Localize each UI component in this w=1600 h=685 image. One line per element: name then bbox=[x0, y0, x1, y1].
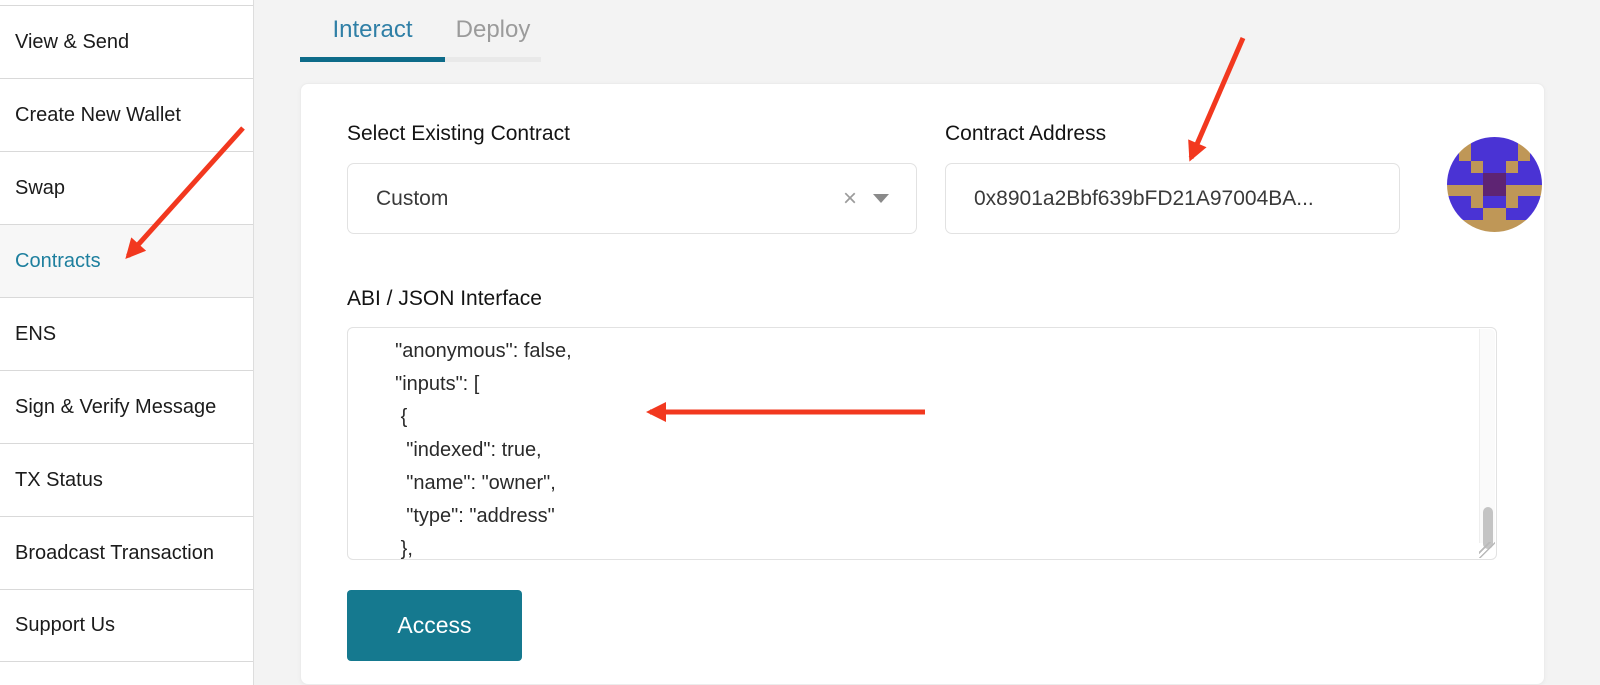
tab-deploy[interactable]: Deploy bbox=[445, 0, 541, 62]
sidebar-item-tx-status[interactable]: TX Status bbox=[0, 443, 253, 516]
abi-json-interface-label: ABI / JSON Interface bbox=[347, 287, 542, 311]
identicon-cell bbox=[1459, 185, 1471, 197]
identicon-cell bbox=[1506, 149, 1518, 161]
sidebar-item-broadcast-transaction[interactable]: Broadcast Transaction bbox=[0, 516, 253, 589]
identicon-cell bbox=[1506, 208, 1518, 220]
sidebar-item-sign-verify-message[interactable]: Sign & Verify Message bbox=[0, 370, 253, 443]
identicon-cell bbox=[1447, 173, 1459, 185]
identicon-cell bbox=[1483, 208, 1495, 220]
sidebar-menu: View & SendCreate New WalletSwapContract… bbox=[0, 5, 253, 662]
identicon-cell bbox=[1518, 196, 1530, 208]
identicon-cell bbox=[1471, 185, 1483, 197]
contract-address-field-wrap bbox=[945, 163, 1400, 234]
identicon-cell bbox=[1459, 208, 1471, 220]
sidebar-item-support-us[interactable]: Support Us bbox=[0, 589, 253, 662]
abi-scrollbar-track[interactable] bbox=[1479, 329, 1495, 543]
identicon-cell bbox=[1495, 137, 1507, 149]
textarea-resize-handle-icon[interactable] bbox=[1479, 542, 1495, 558]
identicon-cell bbox=[1483, 149, 1495, 161]
existing-contract-select-value: Custom bbox=[376, 187, 843, 211]
identicon-cell bbox=[1483, 161, 1495, 173]
sidebar-item-view-send[interactable]: View & Send bbox=[0, 5, 253, 78]
contract-address-label: Contract Address bbox=[945, 122, 1106, 146]
clear-icon[interactable]: × bbox=[843, 187, 857, 211]
identicon-cell bbox=[1506, 161, 1518, 173]
identicon-cell bbox=[1471, 208, 1483, 220]
identicon-cell bbox=[1495, 208, 1507, 220]
identicon-cell bbox=[1495, 173, 1507, 185]
identicon-cell bbox=[1471, 196, 1483, 208]
identicon-cell bbox=[1459, 149, 1471, 161]
identicon-cell bbox=[1471, 149, 1483, 161]
identicon-cell bbox=[1518, 161, 1530, 173]
sidebar: View & SendCreate New WalletSwapContract… bbox=[0, 0, 254, 685]
identicon-cell bbox=[1447, 185, 1459, 197]
identicon-cell bbox=[1530, 185, 1542, 197]
access-button[interactable]: Access bbox=[347, 590, 522, 661]
identicon-cell bbox=[1518, 149, 1530, 161]
chevron-down-icon[interactable] bbox=[873, 194, 889, 203]
identicon-cell bbox=[1495, 149, 1507, 161]
tab-interact[interactable]: Interact bbox=[300, 0, 445, 62]
sidebar-item-create-new-wallet[interactable]: Create New Wallet bbox=[0, 78, 253, 151]
identicon-cell bbox=[1483, 196, 1495, 208]
identicon-cell bbox=[1518, 173, 1530, 185]
identicon-cell bbox=[1495, 185, 1507, 197]
identicon-cell bbox=[1459, 161, 1471, 173]
identicon-cell bbox=[1530, 173, 1542, 185]
existing-contract-select[interactable]: Custom × bbox=[347, 163, 917, 234]
identicon-cell bbox=[1483, 137, 1495, 149]
address-identicon-avatar bbox=[1447, 137, 1542, 232]
identicon-cell bbox=[1506, 173, 1518, 185]
identicon-cell bbox=[1459, 173, 1471, 185]
identicon-cell bbox=[1506, 185, 1518, 197]
identicon-cell bbox=[1483, 173, 1495, 185]
identicon-cell bbox=[1459, 196, 1471, 208]
sidebar-item-swap[interactable]: Swap bbox=[0, 151, 253, 224]
identicon-cell bbox=[1495, 196, 1507, 208]
identicon-cell bbox=[1483, 185, 1495, 197]
identicon-cell bbox=[1471, 173, 1483, 185]
identicon-cell bbox=[1495, 220, 1507, 232]
identicon-cell bbox=[1495, 161, 1507, 173]
abi-json-content: { "anonymous": false, "inputs": [ { "ind… bbox=[348, 327, 1478, 560]
identicon-cell bbox=[1471, 161, 1483, 173]
sidebar-item-ens[interactable]: ENS bbox=[0, 297, 253, 370]
select-existing-contract-label: Select Existing Contract bbox=[347, 122, 570, 146]
abi-json-textarea[interactable]: { "anonymous": false, "inputs": [ { "ind… bbox=[347, 327, 1497, 560]
identicon-cell bbox=[1483, 220, 1495, 232]
contract-address-input[interactable] bbox=[974, 187, 1379, 211]
sidebar-item-contracts[interactable]: Contracts bbox=[0, 224, 253, 297]
identicon-cell bbox=[1506, 196, 1518, 208]
identicon-cell bbox=[1518, 185, 1530, 197]
